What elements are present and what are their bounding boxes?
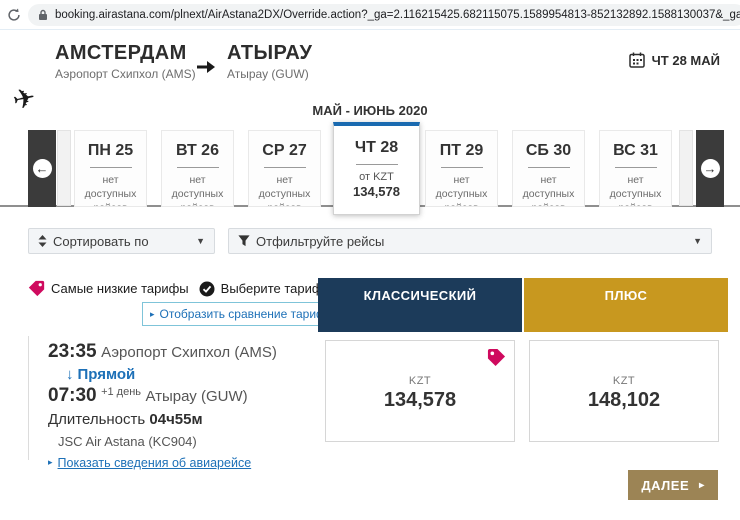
reload-button[interactable] — [0, 1, 28, 29]
caret-down-icon: ▼ — [196, 236, 205, 246]
month-range-title: МАЙ - ИЮНЬ 2020 — [0, 103, 740, 118]
sort-label: Сортировать по — [53, 234, 149, 249]
duration-line: Длительность 04ч55м — [48, 411, 318, 428]
lowest-fare-tag-icon — [487, 348, 506, 367]
sort-icon — [38, 235, 47, 247]
fare-option-plus[interactable]: KZT 148,102 — [529, 340, 719, 442]
flight-details: 23:35 Аэропорт Схипхол (AMS) ↓Прямой 07:… — [48, 341, 318, 470]
departure-time: 23:35 — [48, 341, 97, 362]
next-button[interactable]: ДАЛЕЕ ▸ — [628, 470, 718, 500]
filter-icon — [238, 235, 250, 247]
disclosure-triangle-icon: ▸ — [150, 310, 155, 319]
caret-down-icon: ▼ — [693, 236, 702, 246]
fare-column-classic: КЛАССИЧЕСКИЙ — [318, 278, 522, 332]
arrival-airport: Атырау (GUW) — [145, 388, 247, 405]
air-astana-booking-page: booking.airastana.com/plnext/AirAstana2D… — [0, 0, 740, 520]
url-text: booking.airastana.com/plnext/AirAstana2D… — [55, 9, 740, 21]
lock-icon — [38, 9, 48, 21]
sort-dropdown[interactable]: Сортировать по ▼ — [28, 228, 215, 254]
choose-fare-legend: Выберите тариф — [199, 281, 323, 297]
date-card-wed-27[interactable]: СР 27 нет доступных рейсов — [248, 130, 321, 207]
destination-block: АТЫРАУ Атырау (GUW) — [227, 42, 312, 81]
fare-legend: Самые низкие тарифы Выберите тариф — [28, 280, 333, 297]
show-flight-details-link[interactable]: ▸ Показать сведения об авиарейсе — [48, 456, 318, 470]
date-card-fri-29[interactable]: ПТ 29 нет доступных рейсов — [425, 130, 498, 207]
departure-airport: Аэропорт Схипхол (AMS) — [101, 344, 277, 361]
airline-flight-number: JSC Air Astana (KC904) — [58, 434, 318, 449]
url-field[interactable]: booking.airastana.com/plnext/AirAstana2D… — [28, 4, 740, 26]
fare-price: 134,578 — [326, 389, 514, 412]
origin-airport: Аэропорт Схипхол (AMS) — [55, 67, 196, 81]
arrival-time: 07:30 — [48, 385, 97, 406]
partial-date-card — [57, 130, 71, 206]
currency-label: KZT — [530, 375, 718, 387]
date-card-sat-30[interactable]: СБ 30 нет доступных рейсов — [512, 130, 585, 207]
disclosure-triangle-icon: ▸ — [48, 458, 53, 467]
chevron-left-icon: ← — [33, 159, 52, 178]
flight-row-border — [28, 336, 29, 460]
calendar-icon — [629, 52, 645, 68]
chevron-right-icon: → — [701, 159, 720, 178]
route-arrow-icon — [196, 60, 216, 74]
browser-address-bar: booking.airastana.com/plnext/AirAstana2D… — [0, 0, 740, 30]
date-card-sun-31[interactable]: ВС 31 нет доступных рейсов — [599, 130, 672, 207]
route-header: ✈ АМСТЕРДАМ Аэропорт Схипхол (AMS) АТЫРА… — [0, 38, 740, 88]
duration-label: Длительность — [48, 411, 145, 428]
fare-price: 148,102 — [530, 389, 718, 412]
lowest-fares-legend: Самые низкие тарифы — [28, 280, 189, 297]
departure-line: 23:35 Аэропорт Схипхол (AMS) — [48, 341, 318, 363]
selected-date-label: ЧТ 28 МАЙ — [652, 53, 720, 68]
origin-city: АМСТЕРДАМ — [55, 42, 196, 65]
selected-date-display[interactable]: ЧТ 28 МАЙ — [629, 52, 720, 68]
fare-column-plus: ПЛЮС — [524, 278, 728, 332]
arrival-line: 07:30 +1 день Атырау (GUW) — [48, 385, 318, 407]
fare-check-icon — [199, 281, 215, 297]
filter-dropdown[interactable]: Отфильтруйте рейсы ▼ — [228, 228, 712, 254]
origin-block: АМСТЕРДАМ Аэропорт Схипхол (AMS) — [55, 42, 196, 81]
currency-label: KZT — [326, 375, 514, 387]
down-arrow-icon: ↓ — [66, 366, 74, 383]
previous-dates-button[interactable]: ← — [28, 130, 56, 207]
next-arrow-icon: ▸ — [699, 480, 705, 491]
stops-label: Прямой — [78, 366, 136, 383]
filter-label: Отфильтруйте рейсы — [256, 234, 384, 249]
reload-icon — [7, 8, 21, 22]
date-card-thu-28-selected[interactable]: ЧТ 28 от KZT 134,578 — [333, 122, 420, 215]
duration-value: 04ч55м — [149, 411, 202, 428]
date-card-mon-25[interactable]: ПН 25 нет доступных рейсов — [74, 130, 147, 207]
partial-date-card — [679, 130, 693, 206]
destination-city: АТЫРАУ — [227, 42, 312, 65]
fare-option-classic[interactable]: KZT 134,578 — [325, 340, 515, 442]
destination-airport: Атырау (GUW) — [227, 67, 312, 81]
date-card-tue-26[interactable]: ВТ 26 нет доступных рейсов — [161, 130, 234, 207]
next-dates-button[interactable]: → — [696, 130, 724, 207]
stops-line: ↓Прямой — [66, 366, 318, 383]
arrival-day-offset: +1 день — [101, 386, 141, 398]
lowest-fare-tag-icon — [28, 280, 45, 297]
